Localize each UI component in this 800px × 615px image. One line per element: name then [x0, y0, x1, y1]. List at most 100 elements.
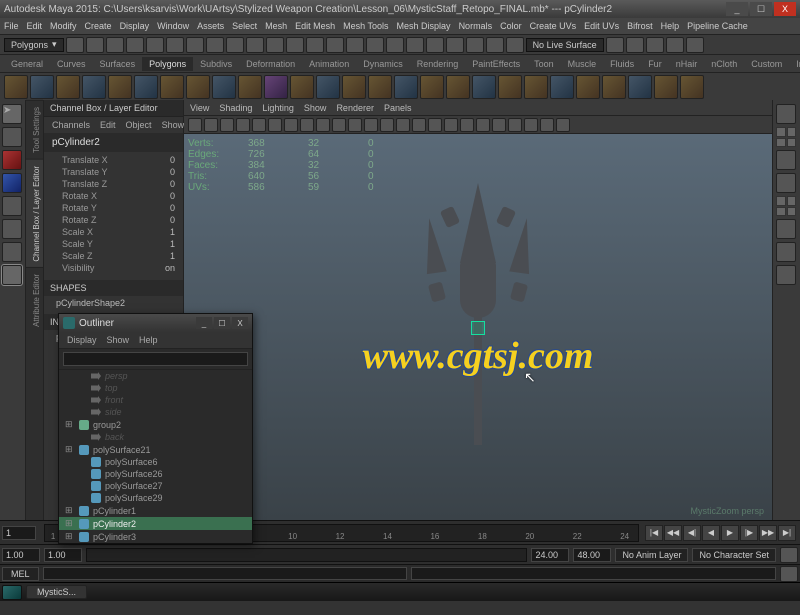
vp-menu-lighting[interactable]: Lighting [262, 103, 294, 113]
shelf-tab-painteffects[interactable]: PaintEffects [465, 57, 527, 71]
cb-menu-show[interactable]: Show [162, 120, 185, 130]
outliner-item[interactable]: persp [59, 370, 252, 382]
shelf-icon[interactable] [602, 75, 626, 99]
select-tool-icon[interactable]: ➤ [2, 104, 22, 124]
vp-tool-icon[interactable] [380, 118, 394, 132]
vp-menu-shading[interactable]: Shading [219, 103, 252, 113]
menu-normals[interactable]: Normals [459, 21, 493, 31]
tool-icon[interactable] [386, 37, 404, 53]
layout-icon[interactable] [776, 150, 796, 170]
minimize-button[interactable]: _ [726, 2, 748, 16]
vp-menu-panels[interactable]: Panels [384, 103, 412, 113]
layout-icon[interactable] [776, 265, 796, 285]
vp-tool-icon[interactable] [316, 118, 330, 132]
attr-row[interactable]: Scale Z1 [44, 250, 183, 262]
range-start-inner[interactable] [44, 548, 82, 562]
shelf-tab-nhair[interactable]: nHair [669, 57, 705, 71]
outliner-min-button[interactable]: _ [196, 317, 212, 329]
shelf-tab-dynamics[interactable]: Dynamics [356, 57, 410, 71]
menu-select[interactable]: Select [232, 21, 257, 31]
outliner-item[interactable]: ⊞polySurface21 [59, 443, 252, 456]
menu-color[interactable]: Color [500, 21, 522, 31]
tool-icon[interactable] [366, 37, 384, 53]
transform-manipulator-icon[interactable] [471, 321, 485, 335]
tool-icon[interactable] [346, 37, 364, 53]
play-forward-button[interactable]: ▶ [721, 525, 739, 541]
outliner-item[interactable]: polySurface29 [59, 492, 252, 504]
shelf-icon[interactable] [524, 75, 548, 99]
maximize-button[interactable]: ☐ [750, 2, 772, 16]
outliner-item[interactable]: ⊞pCylinder2 [59, 517, 252, 530]
vp-tool-icon[interactable] [284, 118, 298, 132]
expand-icon[interactable]: ⊞ [65, 505, 75, 516]
outliner-item[interactable]: polySurface26 [59, 468, 252, 480]
outliner-item[interactable]: polySurface27 [59, 480, 252, 492]
close-button[interactable]: X [774, 2, 796, 16]
shelf-tab-toon[interactable]: Toon [527, 57, 561, 71]
outliner-search-input[interactable] [63, 352, 248, 366]
tool-icon[interactable] [86, 37, 104, 53]
attr-row[interactable]: Scale Y1 [44, 238, 183, 250]
menu-createuvs[interactable]: Create UVs [530, 21, 577, 31]
expand-icon[interactable]: ⊞ [65, 518, 75, 529]
command-input[interactable] [43, 567, 408, 580]
menu-display[interactable]: Display [120, 21, 150, 31]
shelf-icon[interactable] [186, 75, 210, 99]
layout-icon[interactable] [776, 219, 796, 239]
attr-row[interactable]: Rotate Y0 [44, 202, 183, 214]
vp-tool-icon[interactable] [204, 118, 218, 132]
shelf-icon[interactable] [550, 75, 574, 99]
tool-icon[interactable] [506, 37, 524, 53]
shelf-tab-rendering[interactable]: Rendering [410, 57, 466, 71]
tool-icon[interactable] [646, 37, 664, 53]
layout-icon[interactable] [776, 173, 796, 193]
vp-tool-icon[interactable] [476, 118, 490, 132]
side-tab-channel-box[interactable]: Channel Box / Layer Editor [26, 159, 43, 268]
step-forward-button[interactable]: ▶▶ [759, 525, 777, 541]
vp-tool-icon[interactable] [556, 118, 570, 132]
range-end-inner[interactable] [531, 548, 569, 562]
cb-menu-object[interactable]: Object [126, 120, 152, 130]
tool-icon[interactable] [106, 37, 124, 53]
vp-tool-icon[interactable] [252, 118, 266, 132]
last-tool-icon[interactable] [2, 265, 22, 285]
range-end-outer[interactable] [573, 548, 611, 562]
tool-icon[interactable] [426, 37, 444, 53]
shelf-tab-ncloth[interactable]: nCloth [704, 57, 744, 71]
tool-icon[interactable] [206, 37, 224, 53]
menu-window[interactable]: Window [157, 21, 189, 31]
layout-icon[interactable] [776, 242, 796, 262]
manip-tool-icon[interactable] [2, 219, 22, 239]
shelf-tab-custom[interactable]: Custom [744, 57, 789, 71]
shelf-icon[interactable] [498, 75, 522, 99]
shelf-icon[interactable] [134, 75, 158, 99]
vp-tool-icon[interactable] [428, 118, 442, 132]
autokey-icon[interactable] [780, 547, 798, 563]
menu-pipeline[interactable]: Pipeline Cache [687, 21, 748, 31]
shelf-tab-surfaces[interactable]: Surfaces [93, 57, 143, 71]
menu-file[interactable]: File [4, 21, 19, 31]
scale-tool-icon[interactable] [2, 196, 22, 216]
shelf-tab-deformation[interactable]: Deformation [239, 57, 302, 71]
outliner-max-button[interactable]: ☐ [214, 317, 230, 329]
menu-assets[interactable]: Assets [197, 21, 224, 31]
vp-tool-icon[interactable] [348, 118, 362, 132]
outliner-item[interactable]: back [59, 431, 252, 443]
script-lang-dropdown[interactable]: MEL [2, 567, 39, 581]
maya-app-icon[interactable] [2, 585, 22, 600]
outliner-item[interactable]: front [59, 394, 252, 406]
tool-icon[interactable] [446, 37, 464, 53]
shelf-icon[interactable] [4, 75, 28, 99]
range-track[interactable] [86, 548, 527, 562]
cb-menu-channels[interactable]: Channels [52, 120, 90, 130]
expand-icon[interactable]: ⊞ [65, 444, 75, 455]
layout-single-icon[interactable] [776, 104, 796, 124]
menu-modify[interactable]: Modify [50, 21, 77, 31]
attr-row[interactable]: Translate Y0 [44, 166, 183, 178]
attr-row[interactable]: Translate X0 [44, 154, 183, 166]
shelf-tab-polygons[interactable]: Polygons [142, 57, 193, 71]
rotate-tool-icon[interactable] [2, 173, 22, 193]
tool-icon[interactable] [146, 37, 164, 53]
range-slider[interactable]: No Anim Layer No Character Set [0, 544, 800, 564]
tool-icon[interactable] [406, 37, 424, 53]
